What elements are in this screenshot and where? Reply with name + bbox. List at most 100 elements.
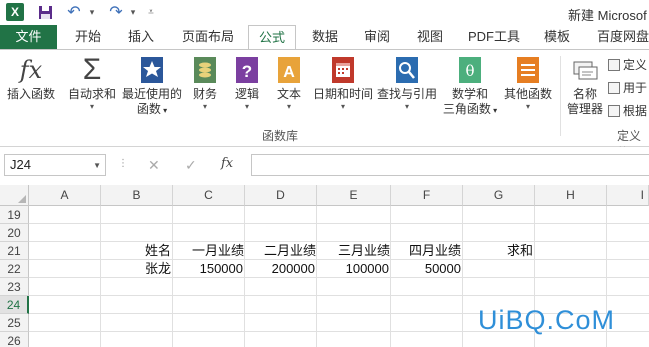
create-from-selection-button[interactable]: 根据 — [608, 102, 647, 119]
tab-templates[interactable]: 模板 — [535, 25, 579, 49]
use-in-formula-label: 用于 — [623, 81, 648, 95]
chevron-down-icon: ▾ — [160, 106, 168, 115]
row-header-21[interactable]: 21 — [0, 242, 29, 260]
cell-c22[interactable]: 150000 — [173, 260, 245, 278]
use-in-formula-icon — [608, 81, 620, 94]
redo-dropdown-icon[interactable]: ▾ — [128, 3, 138, 21]
cell-c21[interactable]: 一月业绩 — [173, 242, 245, 260]
excel-logo-icon: X — [6, 3, 24, 21]
lookup-reference-button[interactable]: 查找与引用 ▾ — [375, 55, 439, 112]
chevron-down-icon: ▾ — [490, 106, 498, 115]
cell-d21[interactable]: 二月业绩 — [245, 242, 317, 260]
tab-formulas[interactable]: 公式 — [248, 25, 296, 50]
financial-label: 财务 — [192, 87, 217, 101]
formula-bar-grip-icon[interactable]: ⋮ — [118, 158, 128, 169]
sigma-icon: Σ — [82, 53, 102, 86]
svg-text:?: ? — [242, 62, 252, 81]
star-book-icon — [137, 55, 167, 85]
lookup-reference-label: 查找与引用 — [376, 87, 437, 101]
row-header-22[interactable]: 22 — [0, 260, 29, 278]
column-header-h[interactable]: H — [535, 185, 607, 206]
column-header-e[interactable]: E — [317, 185, 391, 206]
tab-home[interactable]: 开始 — [66, 25, 110, 49]
autosum-button[interactable]: Σ 自动求和 ▾ — [65, 55, 119, 112]
chevron-down-icon: ▾ — [404, 102, 409, 111]
recently-used-label-2: 函数 — [136, 102, 161, 116]
recently-used-button[interactable]: 最近使用的 函数 ▾ — [119, 55, 185, 118]
save-icon[interactable] — [37, 3, 53, 21]
row-header-20[interactable]: 20 — [0, 224, 29, 242]
column-header-d[interactable]: D — [245, 185, 317, 206]
cancel-button[interactable]: ✕ — [148, 157, 160, 174]
date-time-button[interactable]: 日期和时间 ▾ — [311, 55, 375, 112]
logical-button[interactable]: ? 逻辑 ▾ — [230, 55, 264, 112]
gridline — [29, 295, 649, 296]
financial-button[interactable]: 财务 ▾ — [188, 55, 222, 112]
name-manager-button[interactable]: 名称 管理器 — [563, 55, 607, 117]
letter-a-book-icon: A — [274, 55, 304, 85]
magnifier-book-icon — [392, 55, 422, 85]
chevron-down-icon[interactable]: ▼ — [93, 161, 101, 170]
recently-used-label-1: 最近使用的 — [121, 87, 182, 101]
gridline — [29, 223, 649, 224]
column-header-c[interactable]: C — [173, 185, 245, 206]
row-header-23[interactable]: 23 — [0, 278, 29, 296]
use-in-formula-button[interactable]: 用于 — [608, 79, 647, 96]
function-library-group-label: 函数库 — [262, 129, 299, 143]
tab-baidu-netdisk[interactable]: 百度网盘 — [588, 25, 649, 49]
column-header-f[interactable]: F — [391, 185, 463, 206]
create-from-selection-icon — [608, 104, 620, 117]
insert-function-label: 插入函数 — [6, 87, 55, 101]
tab-view[interactable]: 视图 — [408, 25, 452, 49]
tab-data[interactable]: 数据 — [303, 25, 347, 49]
row-header-24[interactable]: 24 — [0, 296, 29, 314]
name-manager-label-2: 管理器 — [566, 102, 603, 116]
cell-e21[interactable]: 三月业绩 — [317, 242, 391, 260]
math-trig-label-2: 三角函数 — [442, 102, 491, 116]
chevron-down-icon: ▾ — [89, 102, 94, 111]
column-header-g[interactable]: G — [463, 185, 535, 206]
define-name-button[interactable]: 定义 — [608, 56, 647, 73]
insert-function-button[interactable]: fx 插入函数 — [3, 55, 59, 102]
math-trig-button[interactable]: θ 数学和 三角函数 ▾ — [440, 55, 500, 118]
cell-e22[interactable]: 100000 — [317, 260, 391, 278]
define-name-icon — [608, 58, 620, 71]
tab-file[interactable]: 文件 — [0, 25, 57, 49]
select-all-button[interactable] — [0, 185, 29, 206]
column-header-a[interactable]: A — [29, 185, 101, 206]
redo-icon[interactable]: ↷ — [108, 3, 124, 21]
math-trig-label-1: 数学和 — [451, 87, 488, 101]
undo-icon[interactable]: ↶ — [66, 3, 82, 21]
fx-icon: fx — [19, 55, 43, 84]
text-button[interactable]: A 文本 ▾ — [272, 55, 306, 112]
cell-f22[interactable]: 50000 — [391, 260, 463, 278]
tab-page-layout[interactable]: 页面布局 — [173, 25, 243, 49]
tab-insert[interactable]: 插入 — [119, 25, 163, 49]
column-header-i[interactable]: I — [607, 185, 649, 206]
cell-g21[interactable]: 求和 — [463, 242, 535, 260]
cell-b22[interactable]: 张龙 — [101, 260, 173, 278]
row-header-26[interactable]: 26 — [0, 332, 29, 347]
name-box[interactable]: J24 ▼ — [4, 154, 106, 176]
calendar-book-icon — [328, 55, 358, 85]
column-header-b[interactable]: B — [101, 185, 173, 206]
customize-toolbar-icon[interactable]: ⩡ — [146, 3, 156, 21]
name-manager-label-1: 名称 — [572, 87, 597, 101]
cell-d22[interactable]: 200000 — [245, 260, 317, 278]
logical-label: 逻辑 — [234, 87, 259, 101]
tab-review[interactable]: 审阅 — [355, 25, 399, 49]
cell-f21[interactable]: 四月业绩 — [391, 242, 463, 260]
select-all-triangle-icon — [18, 195, 26, 203]
undo-dropdown-icon[interactable]: ▾ — [87, 3, 97, 21]
ribbon: fx 插入函数 Σ 自动求和 ▾ 最近使用的 函数 ▾ 财务 ▾ ? 逻辑 ▾ … — [0, 49, 649, 160]
tab-pdf-tools[interactable]: PDF工具 — [461, 25, 527, 49]
row-header-19[interactable]: 19 — [0, 206, 29, 224]
row-header-25[interactable]: 25 — [0, 314, 29, 332]
insert-function-fx-button[interactable]: fx — [221, 156, 233, 171]
formula-input[interactable] — [251, 154, 649, 176]
svg-text:θ: θ — [465, 62, 474, 80]
more-functions-button[interactable]: 其他函数 ▾ — [500, 55, 556, 112]
window-title: 新建 Microsof — [568, 8, 647, 23]
enter-button[interactable]: ✓ — [185, 157, 197, 174]
cell-b21[interactable]: 姓名 — [101, 242, 173, 260]
